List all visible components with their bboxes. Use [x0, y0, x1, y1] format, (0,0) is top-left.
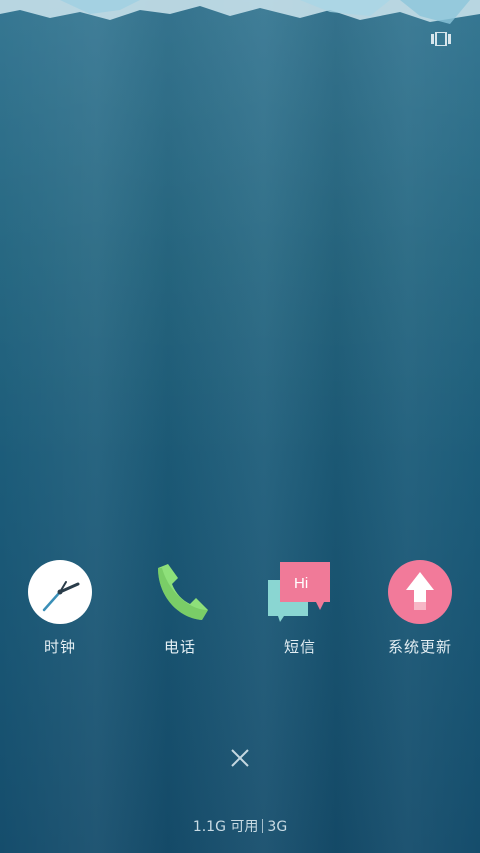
- phone-icon[interactable]: [148, 560, 212, 624]
- app-label: 系统更新: [387, 638, 452, 656]
- memory-available: 1.1G 可用: [192, 819, 259, 835]
- ice-surface-decoration: [0, 0, 480, 24]
- app-label: 电话: [163, 638, 196, 656]
- divider: [262, 819, 264, 833]
- sms-hi-text: Hi: [294, 575, 308, 592]
- close-icon[interactable]: [228, 746, 252, 770]
- sms-icon[interactable]: Hi: [268, 560, 332, 624]
- app-clock[interactable]: 时钟: [10, 560, 110, 657]
- network-type: 3G: [267, 819, 288, 835]
- app-label: 短信: [283, 638, 316, 656]
- app-sms[interactable]: Hi 短信: [250, 560, 350, 657]
- home-background: [0, 0, 480, 853]
- system-update-icon[interactable]: [388, 560, 452, 624]
- memory-status: 1.1G 可用 3G: [0, 816, 480, 836]
- clock-icon[interactable]: [28, 560, 92, 624]
- app-label: 时钟: [43, 638, 76, 656]
- app-phone[interactable]: 电话: [130, 560, 230, 657]
- app-system-update[interactable]: 系统更新: [370, 560, 470, 657]
- recents-card-icon[interactable]: [431, 31, 451, 47]
